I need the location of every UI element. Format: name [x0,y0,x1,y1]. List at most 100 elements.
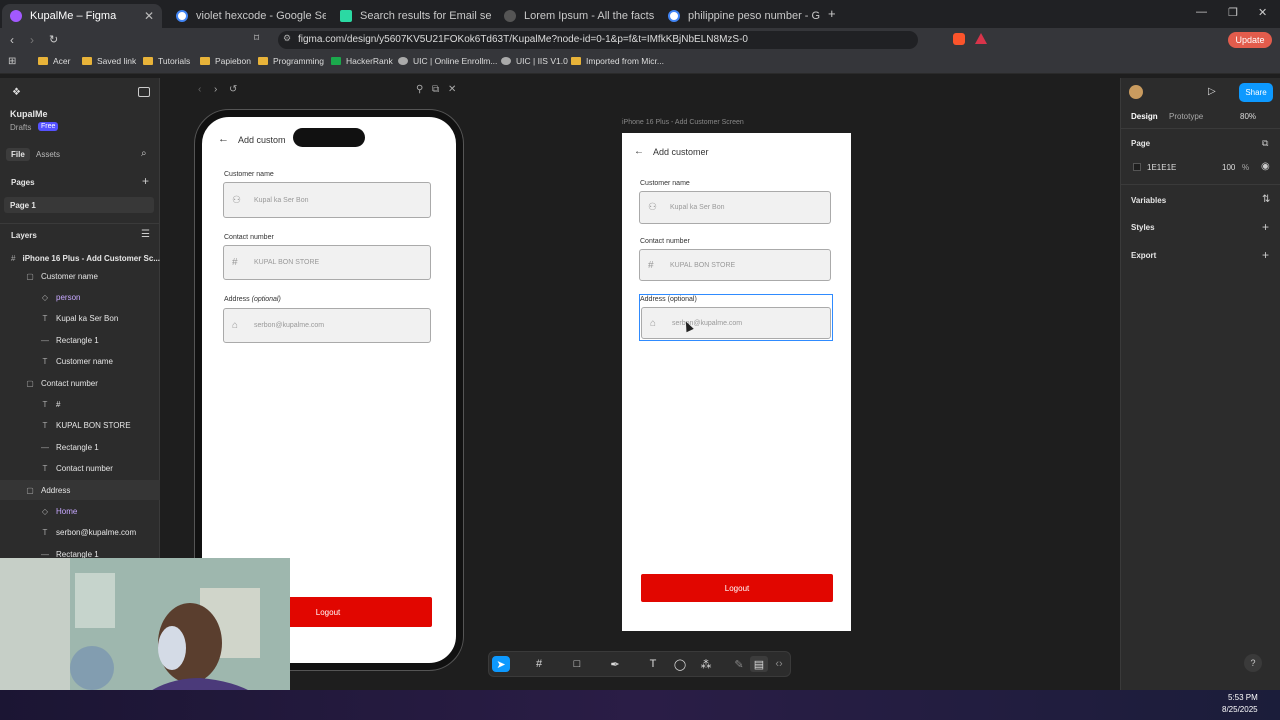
share-button[interactable]: Share [1239,83,1273,102]
page-1-label[interactable]: Page 1 [10,201,36,210]
layer-row[interactable]: T Kupal ka Ser Bon [0,309,160,329]
tab-figma[interactable]: KupalMe – Figma ✕ [2,4,162,28]
minimize-icon[interactable]: — [1196,6,1207,18]
page-settings-icon[interactable]: ⧉ [1262,138,1268,149]
color-swatch[interactable] [1133,163,1141,171]
variables-heading[interactable]: Variables [1131,196,1166,205]
brave-icon[interactable] [953,33,965,45]
search-icon[interactable]: ⌕ [141,148,147,159]
tab-assets[interactable]: Assets [36,150,60,159]
clock-time[interactable]: 5:53 PM [1228,693,1258,702]
back-icon[interactable]: ‹ [10,33,14,47]
layer-row[interactable]: ◇ Home [0,501,160,521]
design-mode-icon[interactable]: ▤ [750,656,768,672]
pen-tool-icon[interactable]: ✒ [606,656,624,672]
preview-back-icon[interactable]: ‹ [198,84,201,95]
preview-settings-icon[interactable]: ⚲ [416,84,423,95]
bookmark-acer[interactable]: Acer [38,56,70,66]
layer-row[interactable]: T Contact number [0,459,160,479]
zoom-level[interactable]: 80% [1240,112,1256,121]
contact-input[interactable]: # KUPAL BON STORE [223,245,431,280]
move-tool-icon[interactable]: ➤ [492,656,510,672]
close-window-icon[interactable]: ✕ [1258,6,1267,19]
bookmark-papiebon[interactable]: Papiebon [200,56,251,66]
drafts-label[interactable]: Drafts [10,123,31,132]
bookmark-uic-iis[interactable]: UIC | IIS V1.0 [501,56,568,66]
preview-forward-icon[interactable]: › [214,84,217,95]
close-icon[interactable]: ✕ [144,9,154,23]
eye-icon[interactable]: ◉ [1261,161,1270,172]
add-export-icon[interactable]: + [1262,248,1269,262]
tab-lipsum[interactable]: Lorem Ipsum - All the facts - Lipsum [496,4,656,28]
preview-restart-icon[interactable]: ↺ [229,84,237,95]
layer-row[interactable]: ◇ person [0,287,160,307]
tab-design[interactable]: Design [1131,112,1158,121]
address-input[interactable]: ⌂ serbon@kupalme.com [641,307,831,339]
draw-mode-icon[interactable]: ✎ [730,656,748,672]
layer-row[interactable]: Tserbon@kupalme.com [0,523,160,543]
sidebar-toggle-icon[interactable] [138,87,150,97]
actions-tool-icon[interactable]: ⁂ [697,656,715,672]
page-color-value[interactable]: 1E1E1E [1147,163,1176,172]
customer-name-input[interactable]: ⚇ Kupal ka Ser Bon [223,182,431,218]
styles-heading[interactable]: Styles [1131,223,1155,232]
add-page-icon[interactable]: + [142,174,149,188]
layer-row[interactable]: — Rectangle 1 [0,437,160,457]
maximize-icon[interactable]: ❐ [1228,6,1238,19]
contact-input[interactable]: # KUPAL BON STORE [639,249,831,281]
list-icon[interactable]: ☰ [141,229,150,240]
text-tool-icon[interactable]: T [644,656,662,672]
tab-google-peso[interactable]: philippine peso number - Google Se [660,4,820,28]
site-info-icon[interactable]: ⚙ [283,33,291,44]
layer-row[interactable]: ▢ Address [0,480,160,500]
rewards-icon[interactable] [975,33,987,44]
clock-date[interactable]: 8/25/2025 [1222,705,1258,714]
update-button[interactable]: Update [1228,32,1272,48]
export-heading[interactable]: Export [1131,251,1156,260]
bookmark-icon[interactable]: ⌑ [254,33,259,44]
bookmark-programming[interactable]: Programming [258,56,324,66]
present-icon[interactable]: ▷ [1208,86,1216,97]
rectangle-tool-icon[interactable]: □ [568,656,586,672]
tab-google-violet[interactable]: violet hexcode - Google Search [168,4,326,28]
back-arrow-icon[interactable]: ← [218,133,229,145]
frame-label[interactable]: iPhone 16 Plus - Add Customer Screen [622,119,744,126]
new-tab-icon[interactable]: + [828,6,836,21]
layer-row[interactable]: T KUPAL BON STORE [0,416,160,436]
bookmark-hackerrank[interactable]: HackerRank [331,56,393,66]
layer-row[interactable]: — Rectangle 1 [0,330,160,350]
tab-flaticon[interactable]: Search results for Email send - Flatic [332,4,492,28]
url-field[interactable]: figma.com/design/y5607KV5U21FOKok6Td63T/… [278,31,918,49]
back-arrow-icon[interactable]: ← [634,146,644,157]
bookmark-uic-enrollment[interactable]: UIC | Online Enrollm... [398,56,497,66]
bookmark-saved-link[interactable]: Saved link [82,56,136,66]
frame-tool-icon[interactable]: # [530,656,548,672]
dev-mode-icon[interactable]: ‹› [770,656,788,672]
variables-adjust-icon[interactable]: ⇅ [1262,194,1270,205]
preview-open-icon[interactable]: ⧉ [432,84,439,95]
avatar[interactable] [1129,85,1143,99]
layer-row[interactable]: ▢ Customer name [0,266,160,286]
preview-close-icon[interactable]: ✕ [448,84,456,95]
frame-title: Add customer [653,147,709,157]
page-opacity-value[interactable]: 100 [1222,163,1235,172]
tab-file[interactable]: File [6,148,30,161]
layer-row[interactable]: ▢ Contact number [0,373,160,393]
help-button[interactable]: ? [1244,654,1262,672]
layer-row[interactable]: T Customer name [0,352,160,372]
customer-name-input[interactable]: ⚇ Kupal ka Ser Bon [639,191,831,224]
reload-icon[interactable]: ↻ [49,33,58,46]
comment-tool-icon[interactable]: ◯ [671,656,689,672]
file-name[interactable]: KupalMe [10,109,48,119]
tab-prototype[interactable]: Prototype [1169,112,1203,121]
layer-row[interactable]: # iPhone 16 Plus - Add Customer Sc... [0,248,160,268]
bookmark-tutorials[interactable]: Tutorials [143,56,190,66]
logout-button[interactable]: Logout [641,574,833,602]
figma-menu-icon[interactable]: ❖ [12,87,21,98]
forward-icon[interactable]: › [30,33,34,47]
add-style-icon[interactable]: + [1262,220,1269,234]
layer-row[interactable]: T # [0,394,160,414]
address-input[interactable]: ⌂ serbon@kupalme.com [223,308,431,343]
bookmark-imported[interactable]: Imported from Micr... [571,56,664,66]
apps-grid-icon[interactable]: ⊞ [8,56,16,67]
